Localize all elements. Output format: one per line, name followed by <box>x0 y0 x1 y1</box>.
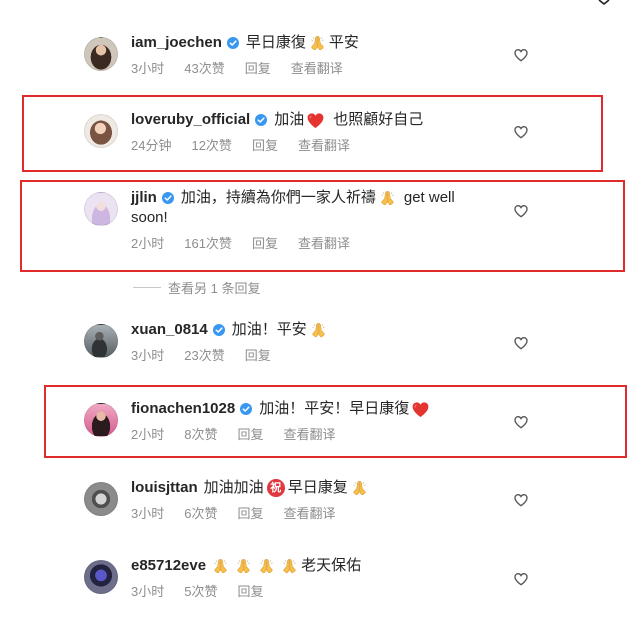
pray-emoji-icon <box>350 479 369 498</box>
reply-button[interactable]: 回复 <box>252 234 278 254</box>
avatar[interactable] <box>84 560 118 594</box>
reply-button[interactable]: 回复 <box>237 425 263 445</box>
heart-icon[interactable] <box>513 414 529 430</box>
comment-text: 加油！平安 <box>231 321 307 338</box>
verified-badge-icon <box>213 324 225 336</box>
username[interactable]: fionachen1028 <box>131 399 235 419</box>
comment-meta: 3小时 23次赞 回复 <box>131 346 511 366</box>
cropped-icon <box>598 0 610 5</box>
like-count[interactable]: 161次赞 <box>184 234 232 254</box>
heart-icon[interactable] <box>513 571 529 587</box>
like-count[interactable]: 6次赞 <box>184 504 217 524</box>
avatar[interactable] <box>84 482 118 516</box>
comment-line: fionachen1028 加油！平安！早日康復 <box>131 399 511 419</box>
timestamp: 3小时 <box>131 584 165 599</box>
comment-meta: 3小时 6次赞 回复 查看翻译 <box>131 504 511 524</box>
comment-text: 加油加油 <box>203 479 264 496</box>
username[interactable]: xuan_0814 <box>131 320 208 340</box>
comment-text: 早日康復 <box>245 34 306 51</box>
pray-emoji-icon <box>308 34 327 53</box>
comment-meta: 2小时 8次赞 回复 查看翻译 <box>131 425 511 445</box>
timestamp: 2小时 <box>131 236 165 251</box>
heart-icon[interactable] <box>513 492 529 508</box>
avatar[interactable] <box>84 114 118 148</box>
timestamp: 24分钟 <box>131 138 172 153</box>
comment-meta: 3小时 5次赞 回复 <box>131 582 511 602</box>
heart-icon[interactable] <box>513 124 529 140</box>
reply-button[interactable]: 回复 <box>237 582 263 602</box>
avatar[interactable] <box>84 37 118 71</box>
verified-badge-icon <box>255 114 267 126</box>
avatar[interactable] <box>84 403 118 437</box>
translate-button[interactable]: 查看翻译 <box>291 59 343 79</box>
username[interactable]: e85712eve <box>131 556 206 576</box>
comment-text: 加油！平安！早日康復 <box>259 400 410 417</box>
timestamp: 2小时 <box>131 427 165 442</box>
pray-emoji-icon <box>211 557 230 576</box>
comment-line: louisjttan 加油加油 祝 早日康复 <box>131 478 511 498</box>
like-count[interactable]: 43次赞 <box>184 59 224 79</box>
translate-button[interactable]: 查看翻译 <box>298 136 350 156</box>
pray-emoji-icon <box>234 557 253 576</box>
like-count[interactable]: 12次赞 <box>191 136 231 156</box>
username[interactable]: iam_joechen <box>131 33 222 53</box>
like-count[interactable]: 23次赞 <box>184 346 224 366</box>
comment-meta: 24分钟 12次赞 回复 查看翻译 <box>131 136 511 156</box>
comment-line: xuan_0814 加油！平安 <box>131 320 511 340</box>
reply-button[interactable]: 回复 <box>245 59 271 79</box>
comment-text: 也照顧好自己 <box>333 111 424 128</box>
comment-text: get well <box>403 189 455 206</box>
avatar[interactable] <box>84 192 118 226</box>
verified-badge-icon <box>162 192 174 204</box>
pray-emoji-icon <box>280 557 299 576</box>
avatar[interactable] <box>84 324 118 358</box>
heart-icon[interactable] <box>513 47 529 63</box>
comment-text: soon! <box>131 209 168 226</box>
comment-line: jjlin 加油，持續為你們一家人祈禱 get well <box>131 188 511 208</box>
comment-text: 加油，持續為你們一家人祈禱 <box>180 189 376 206</box>
translate-button[interactable]: 查看翻译 <box>283 504 335 524</box>
timestamp: 3小时 <box>131 348 165 363</box>
red-heart-emoji-icon <box>306 111 325 130</box>
username[interactable]: loveruby_official <box>131 110 250 130</box>
divider-line <box>133 286 161 288</box>
translate-button[interactable]: 查看翻译 <box>283 425 335 445</box>
timestamp: 3小时 <box>131 506 165 521</box>
verified-badge-icon <box>227 37 239 49</box>
username[interactable]: jjlin <box>131 188 157 208</box>
pray-emoji-icon <box>309 321 328 340</box>
view-replies-button[interactable]: 查看另 1 条回复 <box>133 277 260 297</box>
comment-meta: 3小时 43次赞 回复 查看翻译 <box>131 59 511 79</box>
verified-badge-icon <box>240 403 252 415</box>
reply-button[interactable]: 回复 <box>252 136 278 156</box>
pray-emoji-icon <box>257 557 276 576</box>
reply-button[interactable]: 回复 <box>237 504 263 524</box>
heart-icon[interactable] <box>513 335 529 351</box>
comment-meta: 2小时 161次赞 回复 查看翻译 <box>131 234 511 254</box>
congratulations-emoji-icon: 祝 <box>266 479 285 497</box>
translate-button[interactable]: 查看翻译 <box>298 234 350 254</box>
comment-text: 平安 <box>328 34 359 51</box>
comment-line: soon! <box>131 208 511 228</box>
heart-icon[interactable] <box>513 203 529 219</box>
like-count[interactable]: 8次赞 <box>184 425 217 445</box>
reply-button[interactable]: 回复 <box>245 346 271 366</box>
username[interactable]: louisjttan <box>131 478 198 498</box>
timestamp: 3小时 <box>131 61 165 76</box>
pray-emoji-icon <box>378 189 397 208</box>
comment-line: loveruby_official 加油 也照顧好自己 <box>131 110 511 130</box>
comment-line: e85712eve 老天保佑 <box>131 556 511 576</box>
view-replies-label: 查看另 1 条回复 <box>168 280 261 296</box>
comment-line: iam_joechen 早日康復 平安 <box>131 33 511 53</box>
comment-text: 老天保佑 <box>301 557 362 574</box>
comment-text: 早日康复 <box>287 479 348 496</box>
red-heart-emoji-icon <box>411 400 430 419</box>
comment-text: 加油 <box>274 111 305 128</box>
like-count[interactable]: 5次赞 <box>184 582 217 602</box>
